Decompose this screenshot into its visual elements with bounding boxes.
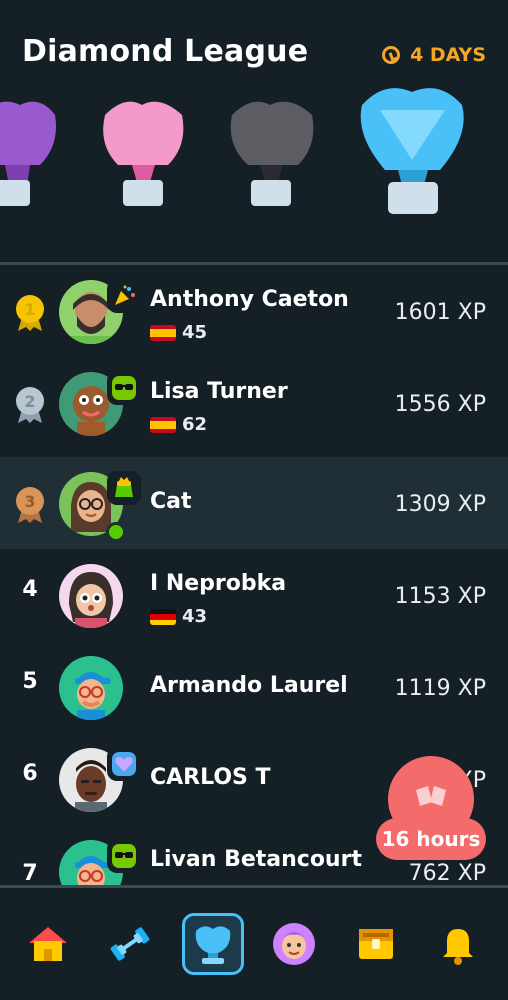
treasure-chest-icon (359, 929, 393, 959)
leaderboard-row[interactable]: 2 Lisa Turner 62 1556 XP (0, 357, 508, 449)
leaderboard-row[interactable]: 5 Armando Laurel 1119 XP (0, 641, 508, 733)
diamond-trophy-icon (360, 88, 464, 214)
nav-shop[interactable] (346, 914, 406, 974)
user-name: I Neprobka (150, 571, 287, 596)
trophy-icon (195, 926, 231, 964)
page-title: Diamond League (22, 34, 309, 69)
clock-icon (382, 46, 401, 64)
nav-leaderboard[interactable] (182, 913, 244, 975)
leaderboard-row[interactable]: 4 I Neprobka 43 1153 XP (0, 549, 508, 641)
svg-text:2: 2 (24, 392, 35, 411)
xp-value: 1556 XP (394, 392, 486, 417)
party-popper-icon (107, 279, 141, 313)
xp-value: 1309 XP (394, 492, 486, 517)
user-meta: 45 (150, 322, 207, 343)
xp-value: 1601 XP (394, 300, 486, 325)
user-name: CARLOS T (150, 765, 271, 790)
nav-home[interactable] (18, 914, 78, 974)
league-header: Diamond League 4 DAYS (0, 0, 508, 262)
league-timer: 4 DAYS (382, 44, 486, 66)
user-meta: 43 (150, 606, 207, 627)
streak-timer-button[interactable]: 16 hours (376, 756, 486, 866)
streak-count: 45 (182, 322, 208, 343)
user-meta: 62 (150, 414, 207, 435)
user-name: Cat (150, 489, 192, 514)
user-name: Lisa Turner (150, 379, 288, 404)
user-name: Anthony Caeton (150, 287, 349, 312)
sunglasses-icon (107, 371, 141, 405)
streak-count: 43 (182, 606, 208, 627)
spain-flag-icon (150, 324, 176, 341)
home-icon (29, 927, 67, 961)
rank-number: 4 (22, 577, 38, 602)
nav-practice[interactable] (100, 914, 160, 974)
spain-flag-icon (150, 416, 176, 433)
pink-trophy-icon (103, 101, 184, 206)
streak-timer-label: 16 hours (376, 818, 486, 860)
gold-medal-icon: 1 (16, 295, 44, 331)
rank-number: 7 (22, 861, 38, 885)
xp-value: 1153 XP (394, 584, 486, 609)
dumbbell-icon (110, 927, 150, 961)
leaderboard-row-current-user[interactable]: 3 Cat 1309 XP (0, 457, 508, 549)
user-name: Livan Betancourt (150, 847, 362, 872)
bronze-medal-icon: 3 (16, 487, 44, 523)
rank-number: 5 (22, 669, 38, 694)
nav-notifications[interactable] (428, 914, 488, 974)
leaderboard-row[interactable]: 1 Anthony Caeton 45 1601 XP (0, 265, 508, 357)
heart-gem-icon (107, 747, 141, 781)
bottom-nav (0, 888, 508, 1000)
timer-label: 4 DAYS (410, 44, 486, 66)
league-trophies (0, 88, 464, 214)
sunglasses-icon (107, 839, 141, 873)
online-indicator (106, 522, 126, 542)
onyx-trophy-icon (230, 101, 314, 206)
rank-number: 6 (22, 761, 38, 786)
profile-icon (273, 923, 315, 965)
xp-value: 1119 XP (394, 676, 486, 701)
avatar[interactable] (59, 564, 123, 628)
amethyst-trophy-icon (0, 101, 56, 206)
avatar[interactable] (59, 656, 123, 720)
user-name: Armando Laurel (150, 673, 348, 698)
streak-count: 62 (182, 414, 208, 435)
money-bag-icon (107, 471, 141, 505)
silver-medal-icon: 2 (16, 387, 44, 423)
svg-text:3: 3 (24, 492, 35, 511)
nav-profile[interactable] (264, 914, 324, 974)
svg-text:1: 1 (24, 300, 35, 319)
bell-icon (443, 929, 473, 965)
germany-flag-icon (150, 608, 176, 625)
